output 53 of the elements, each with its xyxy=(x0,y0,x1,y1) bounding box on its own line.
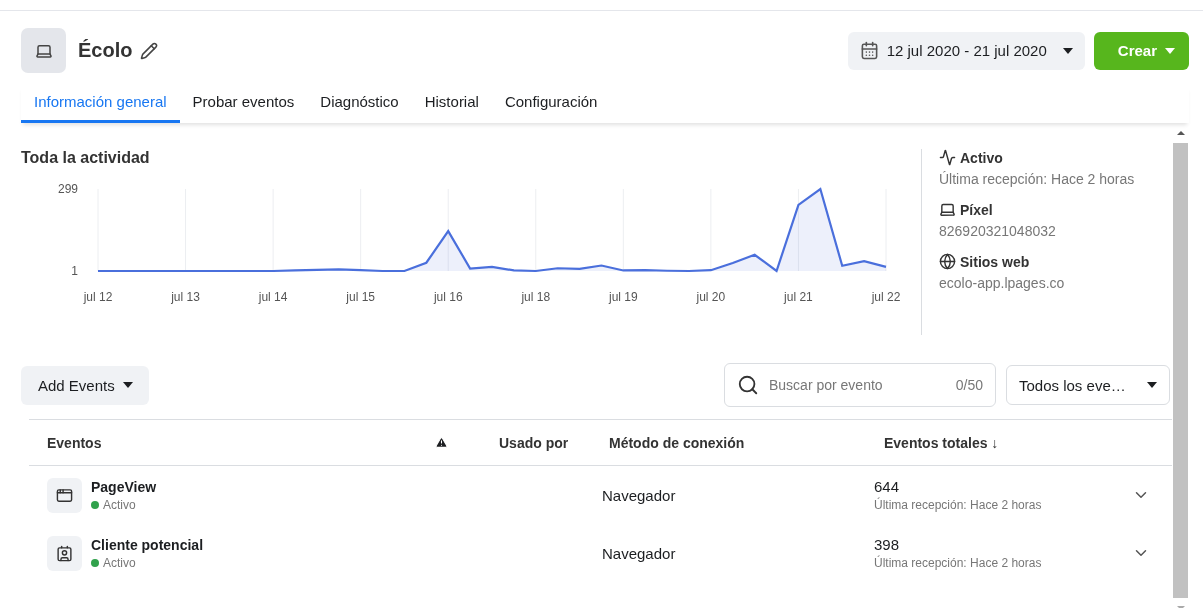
axis-label: jul 21 xyxy=(784,290,813,304)
info-label: Sitios web xyxy=(960,253,1030,270)
connection-method: Navegador xyxy=(601,544,677,562)
axis-label: jul 20 xyxy=(696,290,726,304)
tab[interactable]: Configuración xyxy=(491,85,611,123)
search-field[interactable]: Buscar por evento 0/50 xyxy=(724,363,996,407)
calendar-icon xyxy=(859,41,879,60)
column-header[interactable]: Usado por xyxy=(499,434,609,451)
tab[interactable]: Información general xyxy=(21,85,180,123)
pulse-icon xyxy=(939,149,956,166)
event-total: 398 xyxy=(874,536,901,553)
event-status: Activo xyxy=(103,555,136,570)
axis-label: jul 19 xyxy=(609,290,638,304)
axis-label: jul 16 xyxy=(433,290,463,304)
browser-window-icon xyxy=(56,486,73,504)
axis-label: jul 22 xyxy=(871,290,901,304)
page-title: Écolo xyxy=(78,39,133,62)
tab[interactable]: Probar eventos xyxy=(179,85,308,123)
info-value: 826920321048032 xyxy=(939,223,1057,239)
connection-method: Navegador xyxy=(601,486,677,504)
axis-label: jul 15 xyxy=(346,290,375,304)
last-received: Última recepción: Hace 2 horas xyxy=(874,498,1043,512)
last-received: Última recepción: Hace 2 horas xyxy=(874,556,1043,570)
axis-label: 299 xyxy=(57,182,78,196)
add-events-button[interactable]: Add Events xyxy=(21,365,149,405)
axis-label: jul 13 xyxy=(171,290,200,304)
info-label: Activo xyxy=(960,149,1003,166)
contact-card-icon xyxy=(56,544,73,562)
filter-dropdown[interactable]: Todos los eve… xyxy=(1006,365,1170,405)
laptop-icon xyxy=(939,201,956,218)
info-value: ecolo-app.lpages.co xyxy=(939,275,1066,291)
event-name: PageView xyxy=(91,478,158,495)
event-name: Cliente potencial xyxy=(91,536,205,553)
info-value: Última recepción: Hace 2 horas xyxy=(939,171,1135,187)
column-header[interactable]: Eventos xyxy=(47,434,407,451)
event-total: 644 xyxy=(874,478,901,495)
chart-title: Toda la actividad xyxy=(21,149,151,167)
axis-label: jul 12 xyxy=(83,290,113,304)
event-status: Activo xyxy=(103,497,136,512)
date-range-button[interactable]: 12 jul 2020 - 21 jul 2020 xyxy=(847,31,1085,70)
axis-label: jul 14 xyxy=(258,290,288,304)
tab[interactable]: Diagnóstico xyxy=(307,85,412,123)
tab[interactable]: Historial xyxy=(411,85,492,123)
globe-icon xyxy=(939,253,956,270)
search-count: 0/50 xyxy=(955,377,983,393)
search-icon xyxy=(737,374,759,396)
axis-label: 1 xyxy=(71,264,78,278)
axis-label: jul 18 xyxy=(521,290,551,304)
warning-icon xyxy=(435,436,448,449)
info-label: Píxel xyxy=(960,201,993,218)
edit-icon[interactable] xyxy=(140,41,159,60)
column-header[interactable]: Eventos totales ↓ xyxy=(884,434,1172,451)
column-header[interactable]: Método de conexión xyxy=(609,434,884,451)
